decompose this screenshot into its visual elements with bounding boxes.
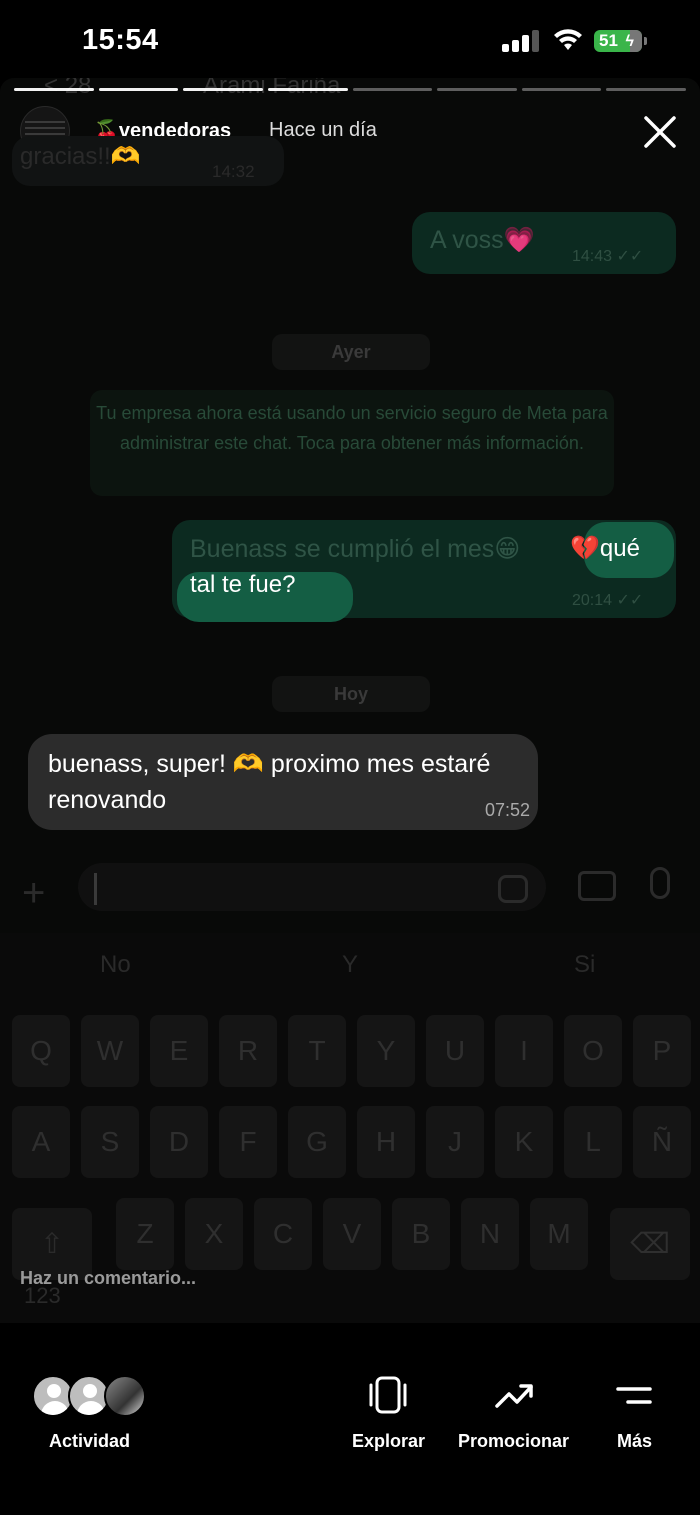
explore-label[interactable]: Explorar: [352, 1431, 425, 1452]
highlighted-text: 💔qué: [570, 535, 640, 562]
explore-icon[interactable]: [368, 1375, 408, 1415]
viewer-avatar: [104, 1375, 146, 1417]
microphone-icon: [650, 867, 670, 899]
keyboard-key: V: [323, 1198, 381, 1270]
suggestion: No: [100, 951, 131, 978]
battery-level: 51: [599, 31, 618, 50]
trending-up-icon[interactable]: [494, 1375, 534, 1415]
keyboard-key: N: [461, 1198, 519, 1270]
keyboard-key: J: [426, 1106, 484, 1178]
sticker-icon: [498, 875, 528, 903]
keyboard-key: W: [81, 1015, 139, 1087]
suggestion: Y: [342, 951, 359, 978]
bottom-bar: Actividad Explorar Promocionar Más: [0, 1323, 700, 1515]
date-separator-yesterday: Ayer: [272, 334, 430, 370]
incoming-reply-text: buenass, super! 🫶 proximo mes estaré ren…: [48, 750, 491, 814]
camera-icon: [578, 871, 616, 901]
keyboard-key: T: [288, 1015, 346, 1087]
keyboard-key: Ñ: [633, 1106, 691, 1178]
keyboard-key: B: [392, 1198, 450, 1270]
battery-indicator: 51 ϟ: [594, 30, 642, 52]
outgoing-time: 14:43 ✓✓: [572, 248, 644, 265]
keyboard-key: I: [495, 1015, 553, 1087]
read-receipt-icon: ✓✓: [616, 592, 644, 609]
more-label[interactable]: Más: [617, 1431, 652, 1452]
keyboard-key: K: [495, 1106, 553, 1178]
charging-icon: ϟ: [625, 33, 634, 50]
wifi-icon: [554, 29, 582, 50]
outgoing-time-2: 20:14 ✓✓: [572, 592, 644, 609]
delete-key: ⌫: [610, 1208, 690, 1280]
keyboard-key: Y: [357, 1015, 415, 1087]
suggestion: Si: [574, 951, 596, 978]
status-bar: 15:54 51 ϟ: [0, 0, 700, 80]
keyboard-key: G: [288, 1106, 346, 1178]
outgoing-text: A voss💗: [430, 226, 535, 254]
activity-avatars[interactable]: [32, 1375, 152, 1419]
keyboard-key: R: [219, 1015, 277, 1087]
encryption-notice: Tu empresa ahora está usando un servicio…: [90, 390, 614, 496]
keyboard-key: O: [564, 1015, 622, 1087]
incoming-reply-time: 07:52: [485, 800, 531, 820]
activity-label[interactable]: Actividad: [49, 1431, 130, 1452]
date-separator-today: Hoy: [272, 676, 430, 712]
keyboard-key: H: [357, 1106, 415, 1178]
keyboard-key: S: [81, 1106, 139, 1178]
keyboard-key: X: [185, 1198, 243, 1270]
close-icon[interactable]: [640, 112, 680, 152]
keyboard-key: Q: [12, 1015, 70, 1087]
keyboard-key: M: [530, 1198, 588, 1270]
keyboard-key: E: [150, 1015, 208, 1087]
plus-icon: +: [22, 871, 46, 915]
menu-icon[interactable]: [614, 1375, 654, 1415]
ghost-message-field: [78, 863, 546, 911]
cellular-signal-icon: [502, 30, 542, 52]
ghost-incoming-time: 14:32: [212, 162, 255, 181]
keyboard-key: F: [219, 1106, 277, 1178]
story-viewer[interactable]: < 28 Arami Fariña 🍒vendedoras Hace un dí…: [0, 78, 700, 1323]
comment-placeholder[interactable]: Haz un comentario...: [20, 1268, 196, 1289]
highlighted-text: tal te fue?: [190, 571, 296, 598]
ghost-input-row: +: [0, 853, 700, 923]
story-progress: [14, 88, 686, 92]
ghost-incoming-text: gracias!!🫶: [20, 143, 141, 170]
ghost-keyboard: No Y Si ⇧ ⌫ 123 QWERTYUIOPASDFGHJKLÑZXCV…: [0, 933, 700, 1323]
keyboard-key: Z: [116, 1198, 174, 1270]
keyboard-key: U: [426, 1015, 484, 1087]
keyboard-key: P: [633, 1015, 691, 1087]
outgoing-text-2: Buenass se cumplió el mes😁: [190, 535, 521, 563]
story-timestamp: Hace un día: [269, 119, 377, 141]
read-receipt-icon: ✓✓: [616, 248, 644, 265]
keyboard-key: D: [150, 1106, 208, 1178]
promote-label[interactable]: Promocionar: [458, 1431, 569, 1452]
keyboard-key: L: [564, 1106, 622, 1178]
keyboard-key: C: [254, 1198, 312, 1270]
clock: 15:54: [82, 24, 159, 56]
keyboard-key: A: [12, 1106, 70, 1178]
